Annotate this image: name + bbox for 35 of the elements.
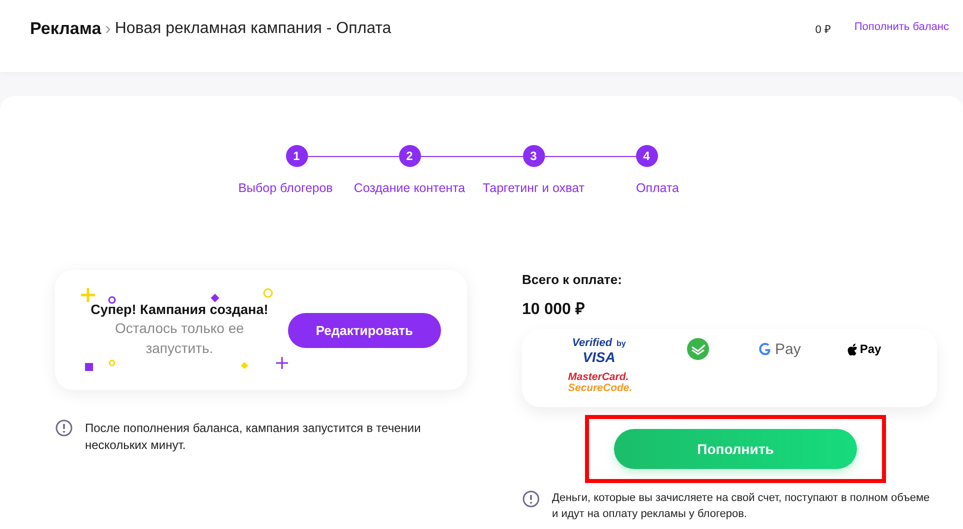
info-note: Деньги, которые вы зачисляете на свой счет, поступают в полном объеме и идут на оплату рекламы у блогеров. [552,491,931,522]
square-icon [85,363,93,371]
total-label: Всего к оплате: [522,272,623,287]
step-label[interactable]: Выбор блогеров [238,181,333,195]
warning-icon [522,490,540,508]
breadcrumb-link[interactable]: Реклама [30,19,102,39]
ring-icon [108,360,116,366]
diamond-icon [240,362,248,370]
step-number: 3 [522,145,544,167]
success-subtitle: Осталось только ее запустить. [114,318,245,358]
ring-icon [108,296,116,304]
total-amount: 10 000 ₽ [522,300,586,319]
diamond-icon [210,294,220,302]
balance-amount: 0 ₽ [815,23,830,36]
edit-button[interactable]: Редактировать [288,312,441,348]
plus-icon [80,286,96,304]
sber-logo [686,337,710,361]
info-note: После пополнения баланса, кампания запустится в течении нескольких минут. [85,420,422,454]
step-label[interactable]: Оплата [636,181,679,195]
visa-logo: Verified by VISA [571,336,627,364]
success-title: Супер! Кампания создана! [90,302,268,317]
apple-pay-logo: Pay [846,342,882,356]
mastercard-logo: MasterCard. SecureCode. [568,372,632,393]
gpay-logo: Pay [758,340,801,358]
step-number: 2 [398,145,420,167]
step-number: 1 [286,145,308,167]
step-number: 4 [636,145,658,167]
chevron-icon: › [105,19,111,39]
step-label[interactable]: Таргетинг и охват [482,181,584,195]
step-label[interactable]: Создание контента [354,181,466,195]
ring-icon [263,288,273,298]
page-title: Новая рекламная кампания - Оплата [114,20,392,38]
warning-icon [55,419,73,437]
plus-icon [275,356,289,370]
topup-link[interactable]: Пополнить баланс [854,21,949,36]
